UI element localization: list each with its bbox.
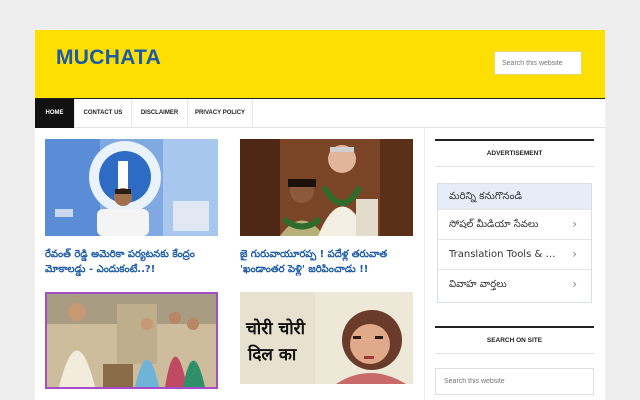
post-title-1[interactable]: రేవంత్ రెడ్డి అమెరికా పర్యటనకు కేంద్రం మ… bbox=[45, 247, 235, 277]
discover-more-widget: మరిన్ని కనుగొనండి సోషల్ మీడియా సేవలు › T… bbox=[437, 183, 592, 303]
post-card bbox=[45, 292, 220, 392]
nav-contact-us[interactable]: CONTACT US bbox=[75, 99, 132, 128]
post-title-line: 'ఖండాంతర పెళ్లి' జరిపించాడు !! bbox=[240, 264, 369, 275]
sidebar-search-input[interactable] bbox=[435, 368, 594, 395]
post-thumbnail[interactable]: चोरी चोरी दिल का bbox=[240, 292, 413, 384]
post-title-line: మోకాలడ్డు - ఎందుకంటే..?! bbox=[45, 264, 156, 275]
post-card bbox=[45, 139, 235, 239]
post-card bbox=[240, 139, 415, 239]
chevron-right-icon: › bbox=[572, 247, 577, 261]
post-thumbnail[interactable] bbox=[240, 139, 413, 236]
chevron-right-icon: › bbox=[572, 277, 577, 291]
nav-privacy-policy[interactable]: PRIVACY POLICY bbox=[188, 99, 253, 128]
thumb-caption-line1: चोरी चोरी bbox=[246, 319, 306, 339]
header-search-input[interactable] bbox=[494, 51, 582, 75]
content-divider bbox=[424, 128, 425, 400]
menu-item-translation-tools[interactable]: Translation Tools & Resources › bbox=[438, 239, 591, 269]
discover-more-title: మరిన్ని కనుగొనండి bbox=[438, 184, 591, 209]
search-on-site-heading: SEARCH ON SITE bbox=[435, 326, 594, 354]
main-nav: HOME CONTACT US DISCLAIMER PRIVACY POLIC… bbox=[35, 98, 605, 128]
chevron-right-icon: › bbox=[572, 217, 577, 231]
nav-home[interactable]: HOME bbox=[35, 99, 75, 128]
menu-item-social-media[interactable]: సోషల్ మీడియా సేవలు › bbox=[438, 209, 591, 239]
post-title-line: రేవంత్ రెడ్డి అమెరికా పర్యటనకు కేంద్రం bbox=[45, 249, 195, 260]
post-title-2[interactable]: జై గురువాయూరప్ప ! పదేళ్ల తరువాత 'ఖండాంతర… bbox=[240, 247, 420, 277]
post-card: चोरी चोरी दिल का bbox=[240, 292, 415, 392]
post-thumbnail[interactable] bbox=[45, 139, 218, 236]
thumb-caption-line2: दिल का bbox=[248, 345, 297, 365]
menu-item-label: సోషల్ మీడియా సేవలు bbox=[449, 219, 539, 230]
post-thumbnail[interactable] bbox=[45, 292, 218, 389]
menu-item-marriage-news[interactable]: వివాహ వార్తలు › bbox=[438, 269, 591, 299]
nav-disclaimer[interactable]: DISCLAIMER bbox=[132, 99, 188, 128]
menu-item-label: Translation Tools & Resources bbox=[449, 249, 561, 260]
menu-item-label: వివాహ వార్తలు bbox=[449, 279, 507, 290]
site-logo[interactable]: MUCHATA bbox=[56, 46, 161, 70]
site-container: MUCHATA HOME CONTACT US DISCLAIMER PRIVA… bbox=[35, 30, 605, 400]
post-title-line: జై గురువాయూరప్ప ! పదేళ్ల తరువాత bbox=[240, 249, 388, 260]
advertisement-heading: ADVERTISEMENT bbox=[435, 139, 594, 167]
site-header: MUCHATA bbox=[35, 30, 605, 98]
